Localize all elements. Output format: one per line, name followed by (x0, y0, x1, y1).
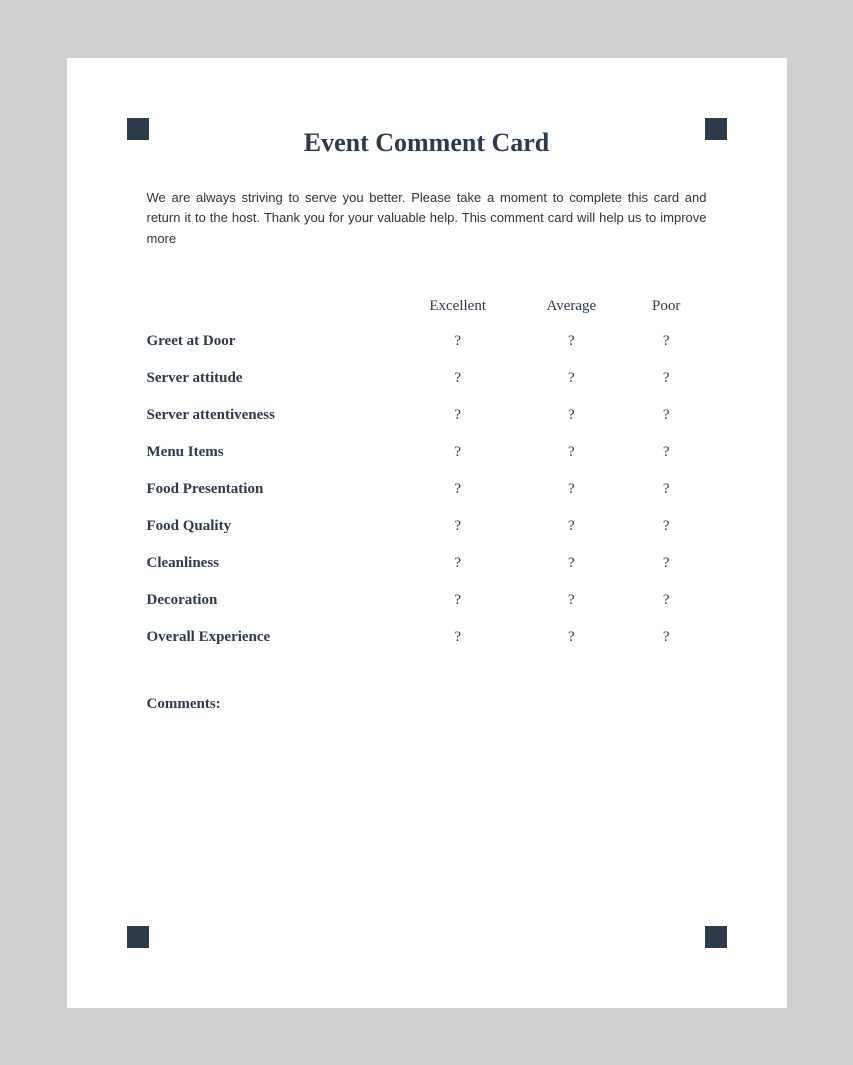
header-poor: Poor (626, 290, 707, 323)
row-poor-5[interactable]: ? (626, 508, 707, 545)
rating-table: Excellent Average Poor Greet at Door???S… (147, 290, 707, 656)
row-average-2[interactable]: ? (517, 397, 626, 434)
table-row: Food Quality??? (147, 508, 707, 545)
page: Event Comment Card We are always strivin… (67, 58, 787, 1008)
row-poor-3[interactable]: ? (626, 434, 707, 471)
header-average: Average (517, 290, 626, 323)
row-average-1[interactable]: ? (517, 360, 626, 397)
table-row: Server attentiveness??? (147, 397, 707, 434)
row-excellent-7[interactable]: ? (399, 582, 517, 619)
row-poor-1[interactable]: ? (626, 360, 707, 397)
row-excellent-8[interactable]: ? (399, 619, 517, 656)
row-label-5: Food Quality (147, 508, 399, 545)
row-label-4: Food Presentation (147, 471, 399, 508)
description-text: We are always striving to serve you bett… (147, 188, 707, 250)
row-label-1: Server attitude (147, 360, 399, 397)
row-poor-2[interactable]: ? (626, 397, 707, 434)
row-average-0[interactable]: ? (517, 323, 626, 360)
row-poor-0[interactable]: ? (626, 323, 707, 360)
table-row: Decoration??? (147, 582, 707, 619)
row-label-0: Greet at Door (147, 323, 399, 360)
page-title: Event Comment Card (147, 128, 707, 158)
row-average-8[interactable]: ? (517, 619, 626, 656)
row-label-7: Decoration (147, 582, 399, 619)
row-label-3: Menu Items (147, 434, 399, 471)
header-empty (147, 290, 399, 323)
row-average-7[interactable]: ? (517, 582, 626, 619)
row-excellent-4[interactable]: ? (399, 471, 517, 508)
row-average-6[interactable]: ? (517, 545, 626, 582)
row-poor-4[interactable]: ? (626, 471, 707, 508)
corner-tl (127, 118, 149, 140)
row-excellent-2[interactable]: ? (399, 397, 517, 434)
corner-bl (127, 926, 149, 948)
corner-br (705, 926, 727, 948)
corner-tr (705, 118, 727, 140)
row-excellent-5[interactable]: ? (399, 508, 517, 545)
row-poor-7[interactable]: ? (626, 582, 707, 619)
table-row: Menu Items??? (147, 434, 707, 471)
table-row: Server attitude??? (147, 360, 707, 397)
row-poor-8[interactable]: ? (626, 619, 707, 656)
row-average-4[interactable]: ? (517, 471, 626, 508)
table-row: Cleanliness??? (147, 545, 707, 582)
row-excellent-3[interactable]: ? (399, 434, 517, 471)
table-row: Food Presentation??? (147, 471, 707, 508)
row-average-5[interactable]: ? (517, 508, 626, 545)
row-excellent-1[interactable]: ? (399, 360, 517, 397)
comments-label: Comments: (147, 696, 707, 713)
row-excellent-0[interactable]: ? (399, 323, 517, 360)
row-poor-6[interactable]: ? (626, 545, 707, 582)
table-row: Overall Experience??? (147, 619, 707, 656)
row-label-2: Server attentiveness (147, 397, 399, 434)
row-label-6: Cleanliness (147, 545, 399, 582)
row-average-3[interactable]: ? (517, 434, 626, 471)
table-row: Greet at Door??? (147, 323, 707, 360)
row-label-8: Overall Experience (147, 619, 399, 656)
row-excellent-6[interactable]: ? (399, 545, 517, 582)
header-excellent: Excellent (399, 290, 517, 323)
